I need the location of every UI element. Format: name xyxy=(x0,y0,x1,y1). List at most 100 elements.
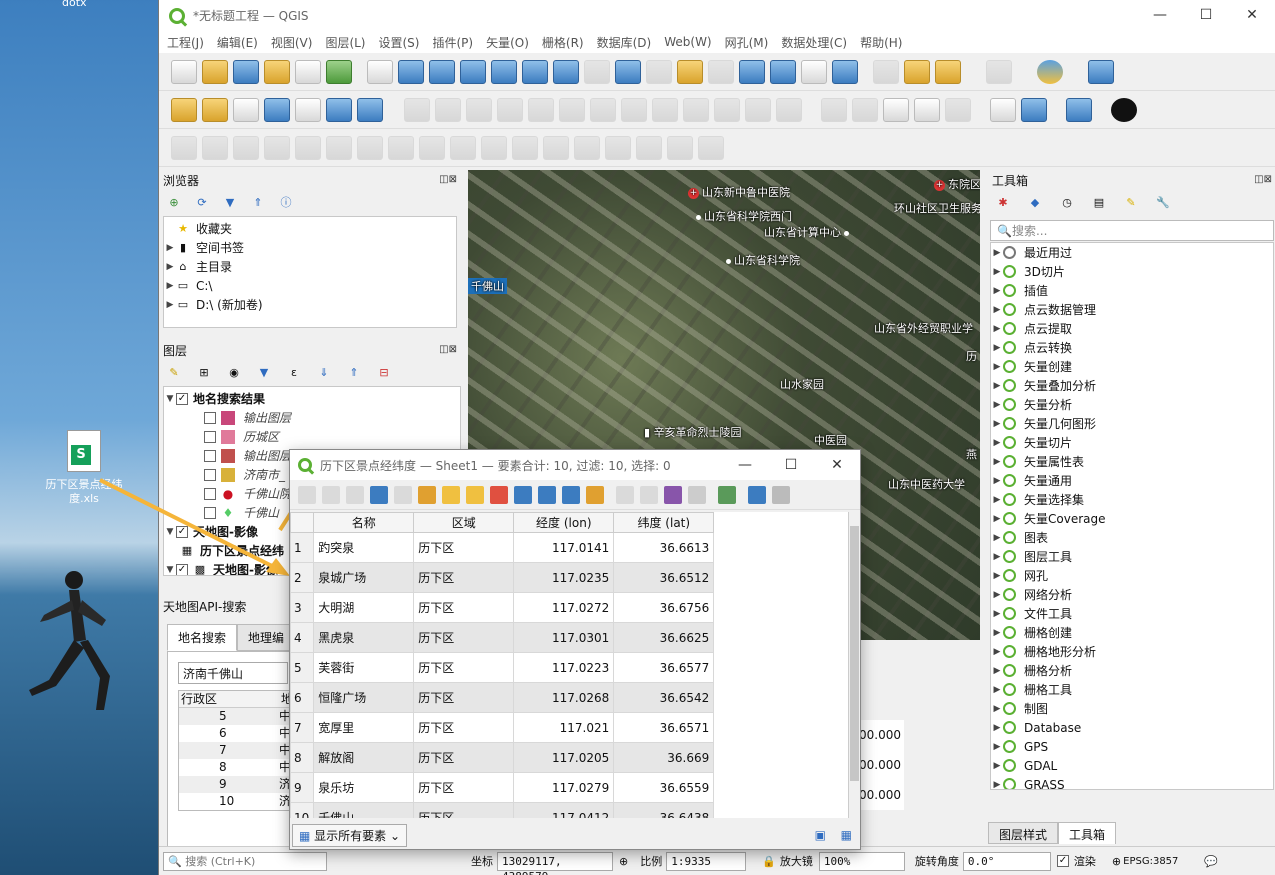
measure-icon[interactable] xyxy=(171,135,197,160)
add-selected-layers-icon[interactable]: ⊕ xyxy=(167,196,181,210)
label-tool-icon[interactable] xyxy=(821,97,847,122)
table-row[interactable]: 1 趵突泉 历下区 117.0141 36.6613 xyxy=(290,532,715,563)
toolbox-item[interactable]: ▶ GPS xyxy=(991,737,1273,756)
toolbox-search-input[interactable]: 🔍 搜索... xyxy=(990,220,1274,241)
offset-curve-icon[interactable] xyxy=(388,135,414,160)
toolbox-item[interactable]: ▶ 矢量切片 xyxy=(991,433,1273,452)
menu-help[interactable]: 帮助(H) xyxy=(860,34,902,51)
add-vector-layer-icon[interactable] xyxy=(171,97,197,122)
cell-lat[interactable]: 36.6512 xyxy=(613,562,715,593)
layer-group-search-results[interactable]: ▼ ✓ 地名搜索结果 xyxy=(164,389,460,408)
zoom-last-icon[interactable] xyxy=(615,59,641,84)
reshape-icon[interactable] xyxy=(357,135,383,160)
move-selection-top-icon[interactable] xyxy=(538,485,556,504)
refresh-browser-icon[interactable]: ⟳ xyxy=(195,196,209,210)
style-manager-icon[interactable] xyxy=(326,59,352,84)
expand-arrow-icon[interactable]: ▶ xyxy=(991,438,1003,448)
undo-icon[interactable] xyxy=(745,97,771,122)
help-icon[interactable] xyxy=(1066,97,1092,122)
toolbox-item[interactable]: ▶ 网孔 xyxy=(991,566,1273,585)
select-all-icon[interactable] xyxy=(442,485,460,504)
merge-features-icon[interactable] xyxy=(574,135,600,160)
toolbox-item[interactable]: ▶ 图表 xyxy=(991,528,1273,547)
cell-lat[interactable]: 36.6577 xyxy=(613,652,715,683)
collapse-all-icon[interactable]: ⇑ xyxy=(347,366,361,380)
temporal-clock-icon[interactable] xyxy=(801,59,827,84)
cell-name[interactable]: 大明湖 xyxy=(313,592,415,623)
toggle-editing-icon[interactable] xyxy=(435,97,461,122)
new-shapefile-icon[interactable] xyxy=(233,97,259,122)
cell-district[interactable]: 历下区 xyxy=(413,802,515,818)
add-feature-icon[interactable] xyxy=(394,485,412,504)
row-number[interactable]: 8 xyxy=(290,742,315,773)
row-number[interactable]: 4 xyxy=(290,622,315,653)
merge-attributes-icon[interactable] xyxy=(605,135,631,160)
menu-vector[interactable]: 矢量(O) xyxy=(486,34,529,51)
scale-input[interactable]: 1:9335 xyxy=(666,851,747,871)
zoom-selected-icon[interactable] xyxy=(586,485,604,504)
expand-arrow-icon[interactable]: ▶ xyxy=(991,457,1003,467)
rotation-input[interactable]: 0.0° xyxy=(962,851,1051,871)
table-row[interactable]: 8 解放阁 历下区 117.0205 36.669 xyxy=(290,742,715,773)
identify-icon[interactable] xyxy=(986,59,1012,84)
expand-arrow-icon[interactable]: ▶ xyxy=(991,400,1003,410)
table-scrollbar[interactable] xyxy=(848,512,860,818)
add-mesh-icon[interactable] xyxy=(357,97,383,122)
table-row[interactable]: 10 济 xyxy=(179,793,297,810)
cell-lat[interactable]: 36.6625 xyxy=(613,622,715,653)
toolbox-item[interactable]: ▶ GDAL xyxy=(991,756,1273,775)
cell-lat[interactable]: 36.6756 xyxy=(613,592,715,623)
toolbox-item[interactable]: ▶ 网络分析 xyxy=(991,585,1273,604)
cell-lon[interactable]: 117.0301 xyxy=(513,622,615,653)
info-icon[interactable]: ⓘ xyxy=(279,196,293,210)
redo-icon[interactable] xyxy=(776,97,802,122)
select-expression-icon[interactable] xyxy=(418,485,436,504)
cell-lat[interactable]: 36.6542 xyxy=(613,682,715,713)
magnifier-input[interactable]: 100% xyxy=(818,851,905,871)
row-number[interactable]: 1 xyxy=(290,532,315,563)
dialog-minimize-button[interactable]: — xyxy=(722,450,768,481)
row-number[interactable]: 10 xyxy=(290,802,315,818)
tab-toolbox[interactable]: 工具箱 xyxy=(1058,822,1117,844)
open-project-icon[interactable] xyxy=(202,59,228,84)
cell-name[interactable]: 芙蓉街 xyxy=(313,652,415,683)
dialog-close-button[interactable]: ✕ xyxy=(814,450,860,481)
menu-project[interactable]: 工程(J) xyxy=(167,34,204,51)
add-group-icon[interactable]: ⊞ xyxy=(197,366,211,380)
eye-icon[interactable]: ◉ xyxy=(227,366,241,380)
trim-extend-icon[interactable] xyxy=(481,135,507,160)
scripts-icon[interactable]: ◆ xyxy=(1028,196,1042,210)
table-row[interactable]: 5中 xyxy=(179,708,297,725)
save-as-icon[interactable] xyxy=(264,59,290,84)
table-row[interactable]: 2 泉城广场 历下区 117.0235 36.6512 xyxy=(290,562,715,593)
cell-district[interactable]: 历下区 xyxy=(413,742,515,773)
split-features-icon[interactable] xyxy=(512,135,538,160)
zoom-full-icon[interactable] xyxy=(491,59,517,84)
digitize-icon[interactable] xyxy=(264,97,290,122)
expand-arrow-icon[interactable]: ▶ xyxy=(991,419,1003,429)
browser-item-home[interactable]: ▶ ⌂ 主目录 xyxy=(164,257,456,276)
cell-lon[interactable]: 117.0268 xyxy=(513,682,615,713)
add-wms-icon[interactable] xyxy=(295,97,321,122)
toolbox-item[interactable]: ▶ 矢量创建 xyxy=(991,357,1273,376)
globe-plugin-icon[interactable] xyxy=(1037,59,1063,84)
pan-hand-icon[interactable] xyxy=(367,59,393,84)
cell-district[interactable]: 历下区 xyxy=(413,532,515,563)
toolbox-item[interactable]: ▶ 矢量分析 xyxy=(991,395,1273,414)
style-panel-icon[interactable]: ✎ xyxy=(167,366,181,380)
label-pin-icon[interactable] xyxy=(852,97,878,122)
cell-lon[interactable]: 117.0235 xyxy=(513,562,615,593)
toolbox-item[interactable]: ▶ 栅格创建 xyxy=(991,623,1273,642)
simplify-icon[interactable] xyxy=(419,135,445,160)
expand-arrow-icon[interactable]: ▶ xyxy=(991,381,1003,391)
row-number[interactable]: 5 xyxy=(290,652,315,683)
cell-name[interactable]: 黑虎泉 xyxy=(313,622,415,653)
expand-arrow-icon[interactable]: ▶ xyxy=(991,343,1003,353)
table-row[interactable]: 9济 xyxy=(179,776,297,793)
collapse-all-icon[interactable]: ⇑ xyxy=(251,196,265,210)
render-checkbox[interactable]: ✓ xyxy=(1056,855,1069,867)
expand-arrow-icon[interactable]: ▶ xyxy=(991,685,1003,695)
history-icon[interactable]: ◷ xyxy=(1060,196,1074,210)
add-raster-icon[interactable] xyxy=(326,97,352,122)
dock-table-icon[interactable] xyxy=(772,485,790,504)
